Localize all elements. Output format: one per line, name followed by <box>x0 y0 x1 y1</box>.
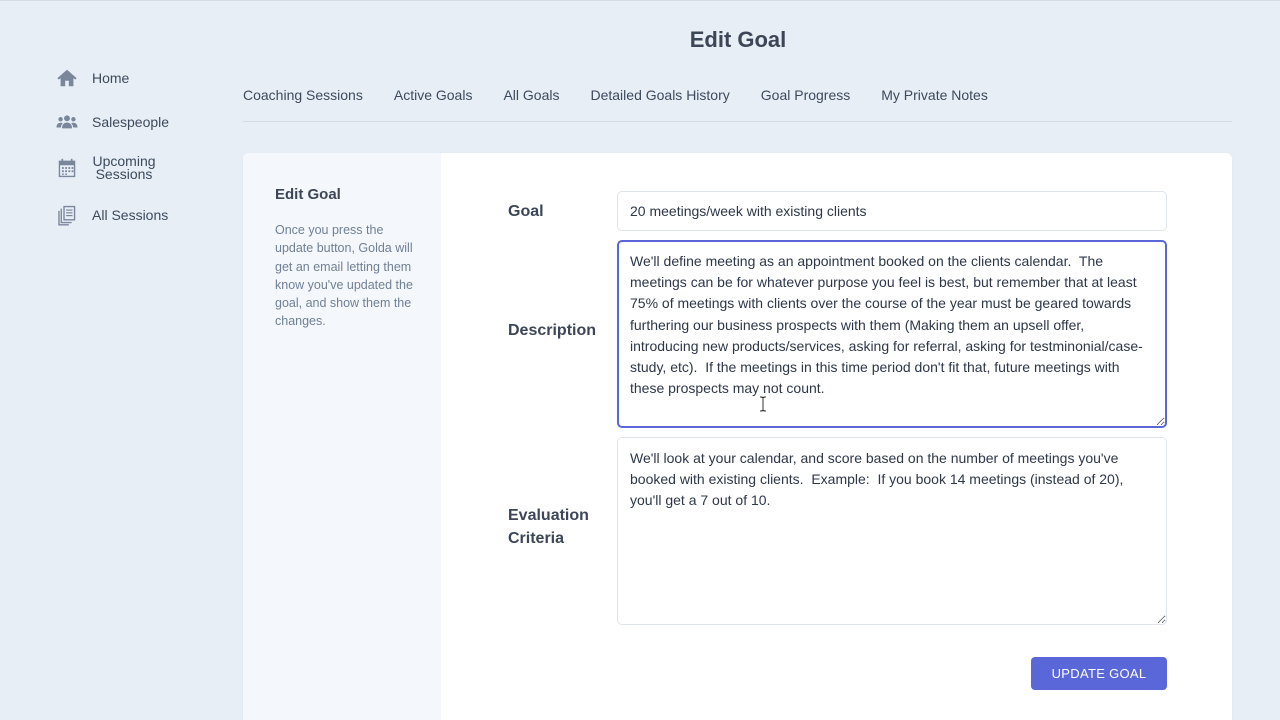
sidebar-item-label: Salespeople <box>92 114 170 130</box>
documents-icon <box>56 204 78 226</box>
sidebar-item-salespeople[interactable]: Salespeople <box>56 111 169 133</box>
edit-goal-card: Edit Goal Once you press the update butt… <box>243 153 1232 720</box>
tab-detailed-goals-history[interactable]: Detailed Goals History <box>590 87 729 105</box>
home-icon <box>56 67 78 89</box>
tab-my-private-notes[interactable]: My Private Notes <box>881 87 988 105</box>
page-title: Edit Goal <box>689 27 787 52</box>
tab-active-goals[interactable]: Active Goals <box>394 87 473 105</box>
tab-bar: Coaching Sessions Active Goals All Goals… <box>243 87 1232 122</box>
tab-all-goals[interactable]: All Goals <box>503 87 559 105</box>
panel-heading: Edit Goal <box>275 186 341 203</box>
panel-help-text: Once you press the update button, Golda … <box>275 223 413 329</box>
goal-label: Goal <box>508 203 544 220</box>
tab-coaching-sessions[interactable]: Coaching Sessions <box>243 87 363 105</box>
users-icon <box>56 111 78 133</box>
calendar-icon <box>56 157 78 179</box>
update-goal-button[interactable]: UPDATE GOAL <box>1031 657 1167 690</box>
text-cursor-icon <box>760 396 766 412</box>
sidebar-item-upcoming-sessions[interactable]: Upcoming Sessions <box>56 153 156 182</box>
sidebar-item-label: All Sessions <box>92 207 169 223</box>
evaluation-criteria-label: Evaluation Criteria <box>508 507 589 547</box>
sidebar-item-label: Upcoming Sessions <box>92 153 156 182</box>
help-panel: Edit Goal Once you press the update butt… <box>243 153 441 720</box>
description-label: Description <box>508 322 597 339</box>
sidebar-item-all-sessions[interactable]: All Sessions <box>56 204 168 226</box>
sidebar-item-label: Home <box>92 70 130 86</box>
sidebar-item-home[interactable]: Home <box>56 67 129 89</box>
goal-input[interactable] <box>617 191 1167 231</box>
evaluation-criteria-textarea[interactable]: We'll look at your calendar, and score b… <box>617 437 1167 625</box>
description-textarea[interactable]: We'll define meeting as an appointment b… <box>617 240 1167 428</box>
tab-goal-progress[interactable]: Goal Progress <box>761 87 850 105</box>
